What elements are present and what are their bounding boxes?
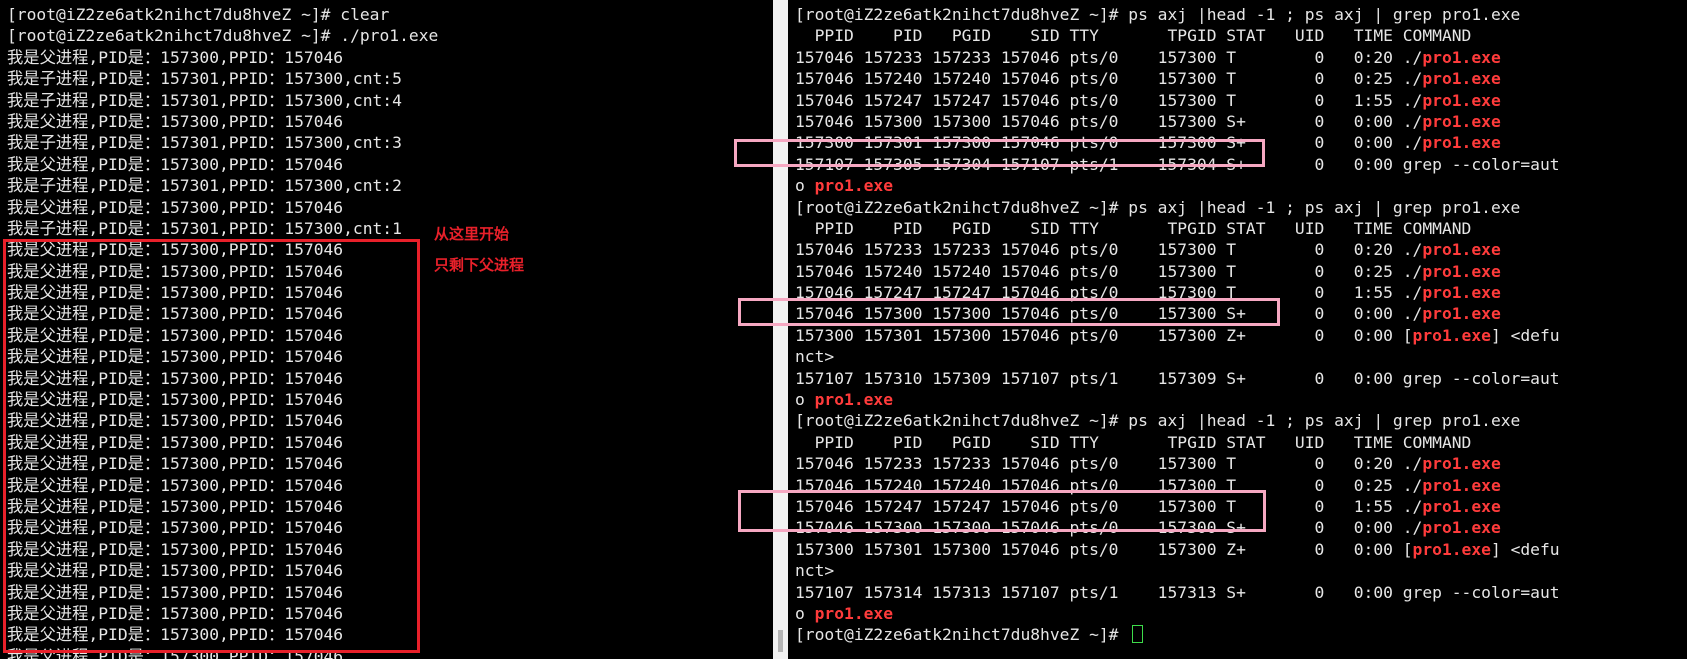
terminal-cursor[interactable] (1132, 625, 1144, 644)
terminal-line: [root@iZ2ze6atk2nihct7du8hveZ ~]# ps axj… (795, 4, 1560, 25)
highlighted-match: pro1.exe (1422, 475, 1501, 495)
zombie-row-highlight-box-2 (738, 490, 1266, 532)
terminal-text: nct> (795, 561, 835, 581)
terminal-line: [root@iZ2ze6atk2nihct7du8hveZ ~]# clear (7, 5, 390, 24)
terminal-line: 157046 157300 157300 157046 pts/0 157300… (795, 111, 1560, 132)
terminal-line: PPID PID PGID SID TTY TPGID STAT UID TIM… (795, 25, 1560, 46)
terminal-line: 157300 157301 157300 157046 pts/0 157300… (795, 539, 1560, 560)
highlighted-match: pro1.exe (1422, 496, 1501, 516)
terminal-text: 157300 157301 157300 157046 pts/0 157300… (795, 539, 1413, 559)
terminal-line: PPID PID PGID SID TTY TPGID STAT UID TIM… (795, 432, 1560, 453)
highlighted-match: pro1.exe (1412, 325, 1491, 345)
terminal-text: nct> (795, 347, 835, 367)
terminal-line: nct> (795, 560, 1560, 581)
highlighted-match: pro1.exe (1422, 518, 1501, 538)
terminal-text: 157046 157240 157240 157046 pts/0 157300… (795, 69, 1423, 89)
terminal-line: 我是父进程,PID是：157300,PPID：157046 (7, 111, 344, 131)
highlighted-match: pro1.exe (1422, 111, 1501, 131)
right-terminal[interactable]: [root@iZ2ze6atk2nihct7du8hveZ ~]# ps axj… (788, 0, 1687, 659)
terminal-text: o (795, 176, 815, 196)
terminal-line: 157107 157314 157313 157107 pts/1 157313… (795, 582, 1560, 603)
annotation-only-parent-left: 只剩下父进程 (434, 256, 525, 274)
highlighted-match: pro1.exe (1422, 283, 1501, 303)
terminal-text: 157046 157300 157300 157046 pts/0 157300… (795, 111, 1423, 131)
terminal-text: [root@iZ2ze6atk2nihct7du8hveZ ~]# ps axj… (795, 5, 1521, 24)
terminal-line: 我是父进程,PID是：157300,PPID：157046 (7, 47, 344, 67)
terminal-line: o pro1.exe (795, 389, 1560, 410)
highlighted-match: pro1.exe (1422, 133, 1501, 153)
terminal-line: 157046 157233 157233 157046 pts/0 157300… (795, 47, 1560, 68)
terminal-text: o (795, 390, 815, 410)
terminal-line: [root@iZ2ze6atk2nihct7du8hveZ ~]# ps axj… (795, 197, 1560, 218)
terminal-line: 我是子进程,PID是：157301,PPID：157300,cnt:2 (7, 176, 402, 196)
terminal-line: 我是子进程,PID是：157301,PPID：157300,cnt:1 (7, 218, 402, 238)
terminal-line: 157300 157301 157300 157046 pts/0 157300… (795, 325, 1560, 346)
terminal-text: 157046 157240 157240 157046 pts/0 157300… (795, 261, 1423, 281)
terminal-line: PPID PID PGID SID TTY TPGID STAT UID TIM… (795, 218, 1560, 239)
terminal-text: 157046 157233 157233 157046 pts/0 157300… (795, 454, 1423, 474)
highlighted-match: pro1.exe (1422, 69, 1501, 89)
terminal-line: [root@iZ2ze6atk2nihct7du8hveZ ~]# ps axj… (795, 410, 1560, 431)
terminal-text: ] <defu (1490, 539, 1560, 559)
terminal-line: 我是父进程,PID是：157300,PPID：157046 (7, 197, 344, 217)
terminal-line: o pro1.exe (795, 175, 1560, 196)
zombie-row-highlight-box-1 (738, 298, 1280, 326)
terminal-text: o (795, 603, 815, 623)
terminal-line: 157046 157233 157233 157046 pts/0 157300… (795, 453, 1560, 474)
annotation-start-here: 从这里开始 (434, 225, 510, 243)
parent-only-highlight-box (3, 239, 420, 653)
highlighted-match: pro1.exe (1422, 47, 1501, 67)
terminal-line: 157046 157240 157240 157046 pts/0 157300… (795, 68, 1560, 89)
highlighted-match: pro1.exe (814, 390, 894, 410)
terminal-text: 157046 157247 157247 157046 pts/0 157300… (795, 90, 1423, 110)
terminal-line: 157046 157247 157247 157046 pts/0 157300… (795, 90, 1560, 111)
highlighted-match: pro1.exe (814, 603, 894, 623)
terminal-line: [root@iZ2ze6atk2nihct7du8hveZ ~]# ./pro1… (7, 26, 439, 46)
highlighted-match: pro1.exe (814, 176, 894, 196)
highlighted-match: pro1.exe (1422, 240, 1501, 260)
terminal-line: 我是子进程,PID是：157301,PPID：157300,cnt:5 (7, 69, 402, 89)
scrollbar-thumb[interactable] (778, 630, 783, 652)
highlighted-match: pro1.exe (1412, 539, 1491, 559)
pane-divider[interactable] (773, 0, 788, 659)
terminal-text: [root@iZ2ze6atk2nihct7du8hveZ ~]# ps axj… (795, 411, 1521, 431)
terminal-text: PPID PID PGID SID TTY TPGID STAT UID TIM… (795, 432, 1472, 452)
terminal-line: 我是子进程,PID是：157301,PPID：157300,cnt:4 (7, 90, 402, 110)
terminal-text: PPID PID PGID SID TTY TPGID STAT UID TIM… (795, 218, 1472, 238)
terminal-line: 157046 157233 157233 157046 pts/0 157300… (795, 239, 1560, 260)
terminal-text: 157300 157301 157300 157046 pts/0 157300… (795, 325, 1413, 345)
terminal-line: 157107 157310 157309 157107 pts/1 157309… (795, 368, 1560, 389)
terminal-text: 157046 157233 157233 157046 pts/0 157300… (795, 47, 1423, 67)
terminal-line: 我是父进程,PID是：157300,PPID：157046 (7, 154, 344, 174)
terminal-line: nct> (795, 346, 1560, 367)
terminal-text: 157046 157233 157233 157046 pts/0 157300… (795, 240, 1423, 260)
highlighted-match: pro1.exe (1422, 261, 1501, 281)
terminal-text: [root@iZ2ze6atk2nihct7du8hveZ ~]# ps axj… (795, 197, 1521, 217)
highlighted-match: pro1.exe (1422, 454, 1501, 474)
terminal-line: o pro1.exe (795, 603, 1560, 624)
grep-row-highlight-box (734, 139, 1265, 167)
highlighted-match: pro1.exe (1422, 304, 1501, 324)
highlighted-match: pro1.exe (1422, 90, 1501, 110)
terminal-line: [root@iZ2ze6atk2nihct7du8hveZ ~]# (795, 624, 1560, 645)
terminal-text: 157107 157310 157309 157107 pts/1 157309… (795, 368, 1560, 388)
terminal-line: 157046 157240 157240 157046 pts/0 157300… (795, 261, 1560, 282)
terminal-text: [root@iZ2ze6atk2nihct7du8hveZ ~]# (795, 625, 1129, 645)
terminal-text: ] <defu (1490, 325, 1560, 345)
terminal-line: 我是子进程,PID是：157301,PPID：157300,cnt:3 (7, 133, 402, 153)
terminal-text: PPID PID PGID SID TTY TPGID STAT UID TIM… (795, 26, 1472, 46)
terminal-text: 157107 157314 157313 157107 pts/1 157313… (795, 582, 1560, 602)
